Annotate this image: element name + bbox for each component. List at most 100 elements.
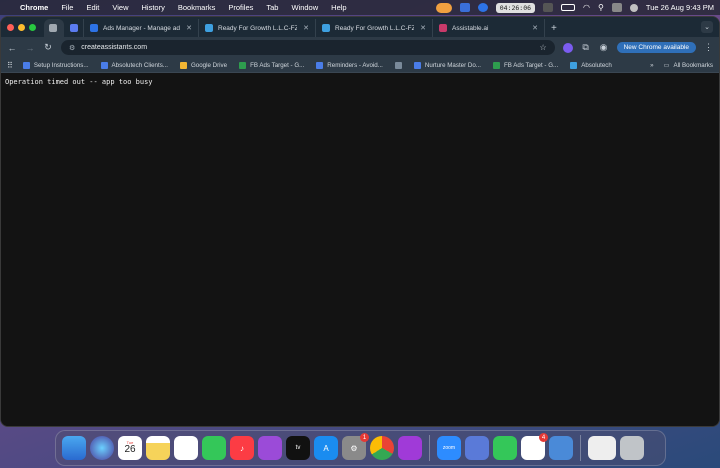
finder-icon[interactable] (62, 436, 86, 460)
menu-tab[interactable]: Tab (266, 3, 278, 12)
menu-help[interactable]: Help (331, 3, 346, 12)
tab-search-icon (49, 24, 57, 32)
cube-icon (70, 24, 78, 32)
error-message: Operation timed out -- app too busy (5, 78, 153, 86)
zoom-window-button[interactable] (29, 23, 36, 31)
menu-bookmarks[interactable]: Bookmarks (178, 3, 216, 12)
sheets-icon (492, 61, 500, 69)
freeform-icon[interactable] (174, 436, 198, 460)
bookmark-label: FB Ads Target - G... (503, 61, 559, 69)
zoom-icon[interactable]: zoom (437, 436, 461, 460)
menubar-datetime[interactable]: Tue 26 Aug 9:43 PM (646, 3, 714, 12)
tab-search-dropdown-icon[interactable]: ⌄ (701, 21, 713, 33)
status-app-icon[interactable] (459, 3, 470, 12)
back-icon[interactable]: ← (7, 43, 17, 53)
url-text[interactable]: createassistants.com (81, 44, 539, 51)
bookmark-item[interactable]: Absolutech (570, 61, 612, 69)
bookmark-item[interactable]: Reminders - Avoid... (316, 61, 383, 69)
reload-icon[interactable]: ↻ (43, 42, 53, 53)
bookmark-item[interactable]: Setup Instructions... (22, 61, 89, 69)
docs-icon (100, 61, 108, 69)
bookmark-item[interactable]: Absolutech Clients... (100, 61, 168, 69)
bookmark-item[interactable]: Nurture Master Do... (413, 61, 481, 69)
more-bookmarks-chevron-icon[interactable]: » (650, 62, 653, 69)
bookmark-label: Reminders - Avoid... (327, 61, 383, 69)
spotlight-search-icon[interactable]: ⚲ (598, 3, 604, 12)
bookmark-item[interactable]: FB Ads Target - G... (492, 61, 559, 69)
bookmark-label: Nurture Master Do... (424, 61, 481, 69)
slack-icon[interactable]: 4 (521, 433, 548, 460)
bookmark-item[interactable] (394, 61, 402, 69)
timer-display[interactable]: 04:26:06 (495, 2, 536, 13)
close-tab-icon[interactable]: ✕ (532, 24, 538, 32)
menu-chrome[interactable]: Chrome (20, 3, 48, 12)
tab-4[interactable]: Assistable.ai ✕ (433, 19, 545, 37)
grid-icon (205, 24, 213, 32)
menu-edit[interactable]: Edit (86, 3, 99, 12)
profile-avatar-icon[interactable]: ◉ (599, 42, 609, 53)
sheets-icon (239, 61, 247, 69)
dock: Tue 26 ♪ tv A ⚙ 1 zoom 4 (55, 430, 666, 466)
app-store-icon[interactable]: A (314, 436, 338, 460)
site-info-icon[interactable]: ⚙ (69, 44, 75, 52)
tab-title: Ready For Growth L.L.C-FZ (335, 24, 415, 32)
minimize-window-button[interactable] (18, 23, 25, 31)
podcasts-icon[interactable] (258, 436, 282, 460)
testflight-icon[interactable] (465, 436, 489, 460)
bookmark-item[interactable]: FB Ads Target - G... (239, 61, 305, 69)
preview-icon[interactable] (398, 436, 422, 460)
apple-tv-icon[interactable]: tv (286, 436, 310, 460)
meta-icon (90, 24, 98, 32)
close-tab-icon[interactable]: ✕ (186, 24, 192, 32)
forward-icon[interactable]: → (25, 43, 35, 53)
new-tab-button[interactable]: + (551, 19, 557, 37)
system-settings-icon[interactable]: ⚙ 1 (342, 433, 369, 460)
close-tab-icon[interactable]: ✕ (303, 24, 309, 32)
menu-history[interactable]: History (142, 3, 165, 12)
facetime-icon[interactable] (202, 436, 226, 460)
recent-document-icon[interactable] (588, 436, 616, 460)
finder-app-icon[interactable] (549, 436, 573, 460)
status-app2-icon[interactable] (543, 3, 554, 12)
tab-title: Ready For Growth L.L.C-FZ (218, 24, 298, 32)
chrome-icon[interactable] (370, 436, 394, 460)
tab-3[interactable]: Ready For Growth L.L.C-FZ ✕ (316, 19, 433, 37)
tab-2[interactable]: Ready For Growth L.L.C-FZ ✕ (199, 19, 316, 37)
music-icon[interactable]: ♪ (230, 436, 254, 460)
menu-window[interactable]: Window (291, 3, 318, 12)
assistable-icon (439, 24, 447, 32)
extension-icon[interactable] (562, 42, 573, 53)
all-bookmarks-button[interactable]: ▭ All Bookmarks (664, 62, 713, 69)
menu-profiles[interactable]: Profiles (228, 3, 253, 12)
bookmark-item[interactable]: Google Drive (179, 61, 228, 69)
menu-view[interactable]: View (112, 3, 128, 12)
control-center-icon[interactable] (611, 3, 622, 12)
folder-icon: ▭ (663, 61, 670, 69)
tab-pinned[interactable] (44, 19, 64, 37)
bookmark-label: Google Drive (190, 61, 228, 69)
all-bookmarks-label: All Bookmarks (673, 61, 713, 69)
new-chrome-available-button[interactable]: New Chrome available (616, 42, 696, 53)
status-sync-icon[interactable] (477, 3, 488, 12)
screen-recording-icon[interactable] (435, 2, 452, 13)
tab-title: Assistable.ai (452, 24, 489, 32)
bookmark-label: FB Ads Target - G... (250, 61, 305, 69)
calendar-icon[interactable]: Tue 26 (118, 436, 142, 460)
wifi-icon[interactable]: ◠ (583, 3, 590, 12)
tab-1[interactable]: Ads Manager - Manage ads ✕ (84, 19, 199, 37)
extensions-puzzle-icon[interactable]: ⧉ (581, 42, 591, 53)
siri-icon[interactable] (90, 436, 114, 460)
notes-icon[interactable] (146, 436, 170, 460)
chrome-menu-icon[interactable]: ⋮ (704, 42, 713, 53)
siri-icon[interactable] (629, 3, 638, 12)
close-window-button[interactable] (7, 23, 14, 31)
tab-0[interactable] (64, 19, 84, 37)
apps-grid-icon[interactable]: ⠿ (7, 61, 13, 70)
address-bar[interactable]: ⚙ createassistants.com ☆ (61, 40, 555, 55)
close-tab-icon[interactable]: ✕ (420, 24, 426, 32)
bookmark-star-icon[interactable]: ☆ (539, 43, 546, 52)
menu-file[interactable]: File (61, 3, 73, 12)
numbers-icon[interactable] (493, 436, 517, 460)
battery-icon[interactable] (561, 4, 576, 11)
trash-icon[interactable] (620, 436, 644, 460)
